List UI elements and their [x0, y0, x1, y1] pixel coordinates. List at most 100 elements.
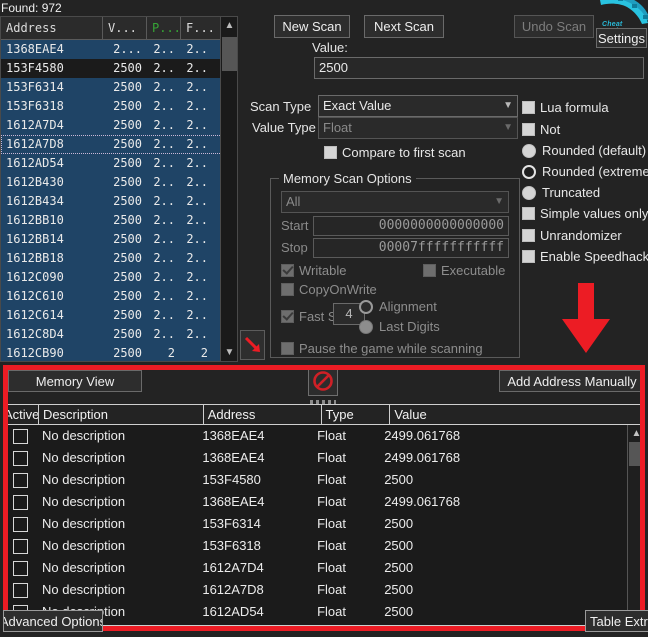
alignment-radio[interactable]: Alignment: [359, 299, 437, 314]
address-col-type[interactable]: Type: [322, 405, 391, 424]
scrollbar-thumb[interactable]: [222, 37, 237, 71]
address-table[interactable]: Active Description Address Type Value No…: [3, 404, 645, 626]
scan-result-cell-f: 2..: [186, 137, 208, 151]
rounded-extreme-radio[interactable]: Rounded (extreme): [522, 164, 648, 179]
checkbox-icon[interactable]: [13, 516, 29, 532]
scan-result-row[interactable]: 1368EAE4 2... 2.. 2..: [1, 40, 222, 59]
checkbox-icon[interactable]: [13, 428, 29, 444]
value-input[interactable]: 2500: [314, 57, 644, 79]
no-entry-button[interactable]: [308, 366, 338, 396]
scan-result-row[interactable]: 153F6318 2500 2.. 2..: [1, 97, 222, 116]
writable-checkbox[interactable]: Writable: [281, 263, 346, 278]
scan-results-col-first[interactable]: F...: [181, 17, 216, 39]
table-extras-button[interactable]: Table Extras: [585, 610, 648, 632]
pause-game-checkbox[interactable]: Pause the game while scanning: [281, 341, 483, 356]
simple-values-only-label: Simple values only: [540, 206, 648, 221]
scan-results-body[interactable]: 1368EAE4 2... 2.. 2.. 153F4580 2500 2.. 2.. 153F…: [1, 40, 222, 361]
address-row-val-cell: 2499.061768: [384, 494, 461, 509]
new-scan-button[interactable]: New Scan: [274, 15, 350, 38]
address-table-body[interactable]: No description 1368EAE4 Float 2499.061768 No…: [4, 425, 627, 625]
address-row-active-cell[interactable]: [4, 469, 38, 491]
address-table-scrollbar[interactable]: ▲ ▼: [627, 425, 644, 625]
unrandomizer-checkbox[interactable]: Unrandomizer: [522, 228, 622, 243]
address-table-row[interactable]: No description 1612A7D8 Float 2500: [4, 579, 627, 601]
address-row-active-cell[interactable]: [4, 535, 38, 557]
address-col-active[interactable]: Active: [4, 405, 39, 424]
next-scan-button[interactable]: Next Scan: [364, 15, 444, 38]
scan-results-panel[interactable]: Address V... P... F... 1368EAE4 2... 2.. 2.…: [0, 16, 238, 362]
scan-result-row[interactable]: 1612C8D4 2500 2.. 2..: [1, 325, 222, 344]
not-checkbox[interactable]: Not: [522, 122, 560, 137]
scan-result-row[interactable]: 153F4580 2500 2.. 2..: [1, 59, 222, 78]
truncated-radio[interactable]: Truncated: [522, 185, 600, 200]
checkbox-icon[interactable]: [13, 494, 29, 510]
address-row-active-cell[interactable]: [4, 425, 38, 447]
checkbox-icon[interactable]: [13, 560, 29, 576]
advanced-options-button[interactable]: Advanced Options: [3, 610, 103, 632]
lua-formula-checkbox[interactable]: Lua formula: [522, 100, 609, 115]
scan-result-row[interactable]: 1612BB10 2500 2.. 2..: [1, 211, 222, 230]
address-row-active-cell[interactable]: [4, 513, 38, 535]
scan-result-row[interactable]: 1612BB18 2500 2.. 2..: [1, 249, 222, 268]
memory-view-button[interactable]: Memory View: [8, 370, 142, 392]
start-address-input[interactable]: 0000000000000000: [313, 216, 509, 236]
address-table-row[interactable]: No description 153F6318 Float 2500: [4, 535, 627, 557]
address-row-desc-cell: No description: [41, 428, 126, 443]
address-table-row[interactable]: No description 1368EAE4 Float 2499.061768: [4, 491, 627, 513]
scan-result-cell-v: 2500: [113, 137, 142, 151]
scan-type-select[interactable]: Exact Value ▼: [318, 95, 518, 117]
address-table-row[interactable]: No description 153F4580 Float 2500: [4, 469, 627, 491]
scroll-up-icon[interactable]: ▲: [221, 17, 237, 34]
rounded-default-radio[interactable]: Rounded (default): [522, 143, 646, 158]
scan-result-row[interactable]: 1612C610 2500 2.. 2..: [1, 287, 222, 306]
settings-button[interactable]: Settings: [596, 28, 647, 48]
address-row-active-cell[interactable]: [4, 447, 38, 469]
add-address-manually-button[interactable]: Add Address Manually: [499, 370, 645, 392]
address-col-address[interactable]: Address: [204, 405, 322, 424]
address-row-type-cell: Float: [313, 623, 380, 625]
enable-speedhack-checkbox[interactable]: Enable Speedhack: [522, 249, 648, 264]
scan-result-row[interactable]: 1612A7D4 2500 2.. 2..: [1, 116, 222, 135]
checkbox-icon[interactable]: [13, 472, 29, 488]
checkbox-icon[interactable]: [13, 582, 29, 598]
scan-result-row[interactable]: 1612B430 2500 2.. 2..: [1, 173, 222, 192]
checkbox-icon: [522, 101, 535, 114]
checkbox-icon[interactable]: [13, 450, 29, 466]
executable-checkbox[interactable]: Executable: [423, 263, 505, 278]
scan-result-row[interactable]: 1612C614 2500 2.. 2..: [1, 306, 222, 325]
compare-to-first-scan-checkbox[interactable]: Compare to first scan: [324, 145, 466, 160]
simple-values-only-checkbox[interactable]: Simple values only: [522, 206, 648, 221]
undo-scan-button[interactable]: Undo Scan: [514, 15, 594, 38]
scan-result-row[interactable]: 1612A7D8 2500 2.. 2..: [1, 135, 222, 154]
scan-result-cell-addr: 1612BB10: [6, 213, 64, 227]
stop-address-input[interactable]: 00007fffffffffff: [313, 238, 509, 258]
memory-region-select[interactable]: All ▼: [281, 191, 509, 213]
address-col-description[interactable]: Description: [39, 405, 204, 424]
scroll-down-icon[interactable]: ▼: [221, 344, 237, 361]
address-table-row[interactable]: No description 1612A7D4 Float 2500: [4, 557, 627, 579]
scan-result-row[interactable]: 1612C090 2500 2.. 2..: [1, 268, 222, 287]
scan-result-row[interactable]: 1612CB90 2500 2 2: [1, 344, 222, 361]
address-row-active-cell[interactable]: [4, 579, 38, 601]
scrollbar-thumb[interactable]: [629, 442, 644, 466]
copy-on-write-checkbox[interactable]: CopyOnWrite: [281, 282, 377, 297]
scan-results-col-previous[interactable]: P...: [147, 17, 181, 39]
scan-results-scrollbar[interactable]: ▲ ▼: [220, 17, 237, 361]
checkbox-icon: [522, 250, 535, 263]
scan-results-col-value[interactable]: V...: [103, 17, 147, 39]
scan-result-row[interactable]: 1612AD54 2500 2.. 2..: [1, 154, 222, 173]
scan-result-row[interactable]: 1612B434 2500 2.. 2..: [1, 192, 222, 211]
value-type-select[interactable]: Float ▼: [318, 117, 518, 139]
scan-results-col-address[interactable]: Address: [1, 17, 103, 39]
scan-result-row[interactable]: 153F6314 2500 2.. 2..: [1, 78, 222, 97]
address-table-row[interactable]: No description 1368EAE4 Float 2499.061768: [4, 425, 627, 447]
checkbox-icon[interactable]: [13, 538, 29, 554]
address-col-value[interactable]: Value: [390, 405, 644, 424]
address-row-active-cell[interactable]: [4, 557, 38, 579]
address-row-active-cell[interactable]: [4, 491, 38, 513]
scan-result-row[interactable]: 1612BB14 2500 2.. 2..: [1, 230, 222, 249]
address-table-row[interactable]: No description 153F6314 Float 2500: [4, 513, 627, 535]
scroll-up-icon[interactable]: ▲: [628, 425, 644, 442]
last-digits-radio[interactable]: Last Digits: [359, 319, 440, 334]
address-table-row[interactable]: No description 1368EAE4 Float 2499.061768: [4, 447, 627, 469]
